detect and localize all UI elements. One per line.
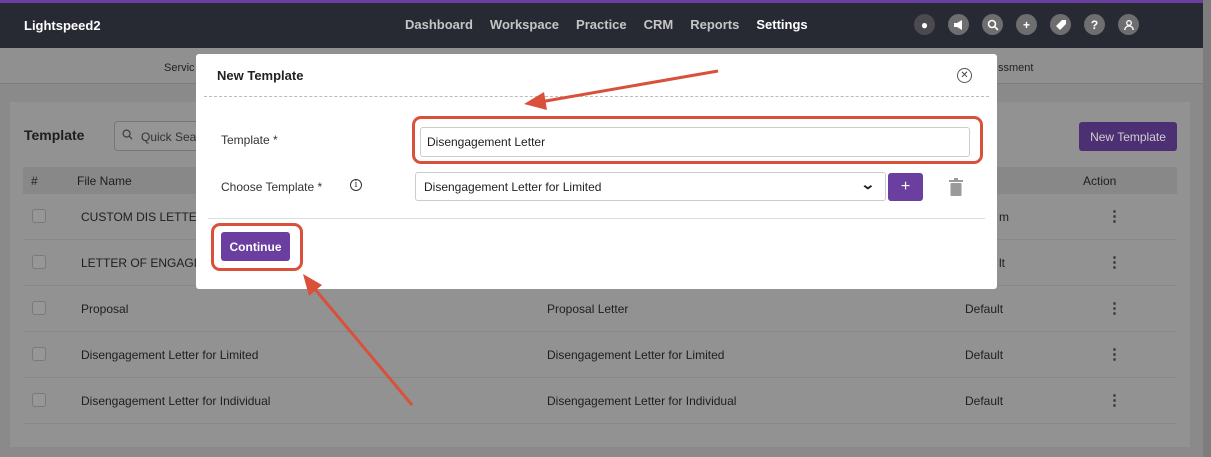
annotation-arrow-line — [539, 69, 719, 104]
annotation-arrow-head — [524, 92, 547, 110]
annotation-arrows — [303, 69, 719, 406]
annotation-arrow-line — [312, 287, 414, 406]
